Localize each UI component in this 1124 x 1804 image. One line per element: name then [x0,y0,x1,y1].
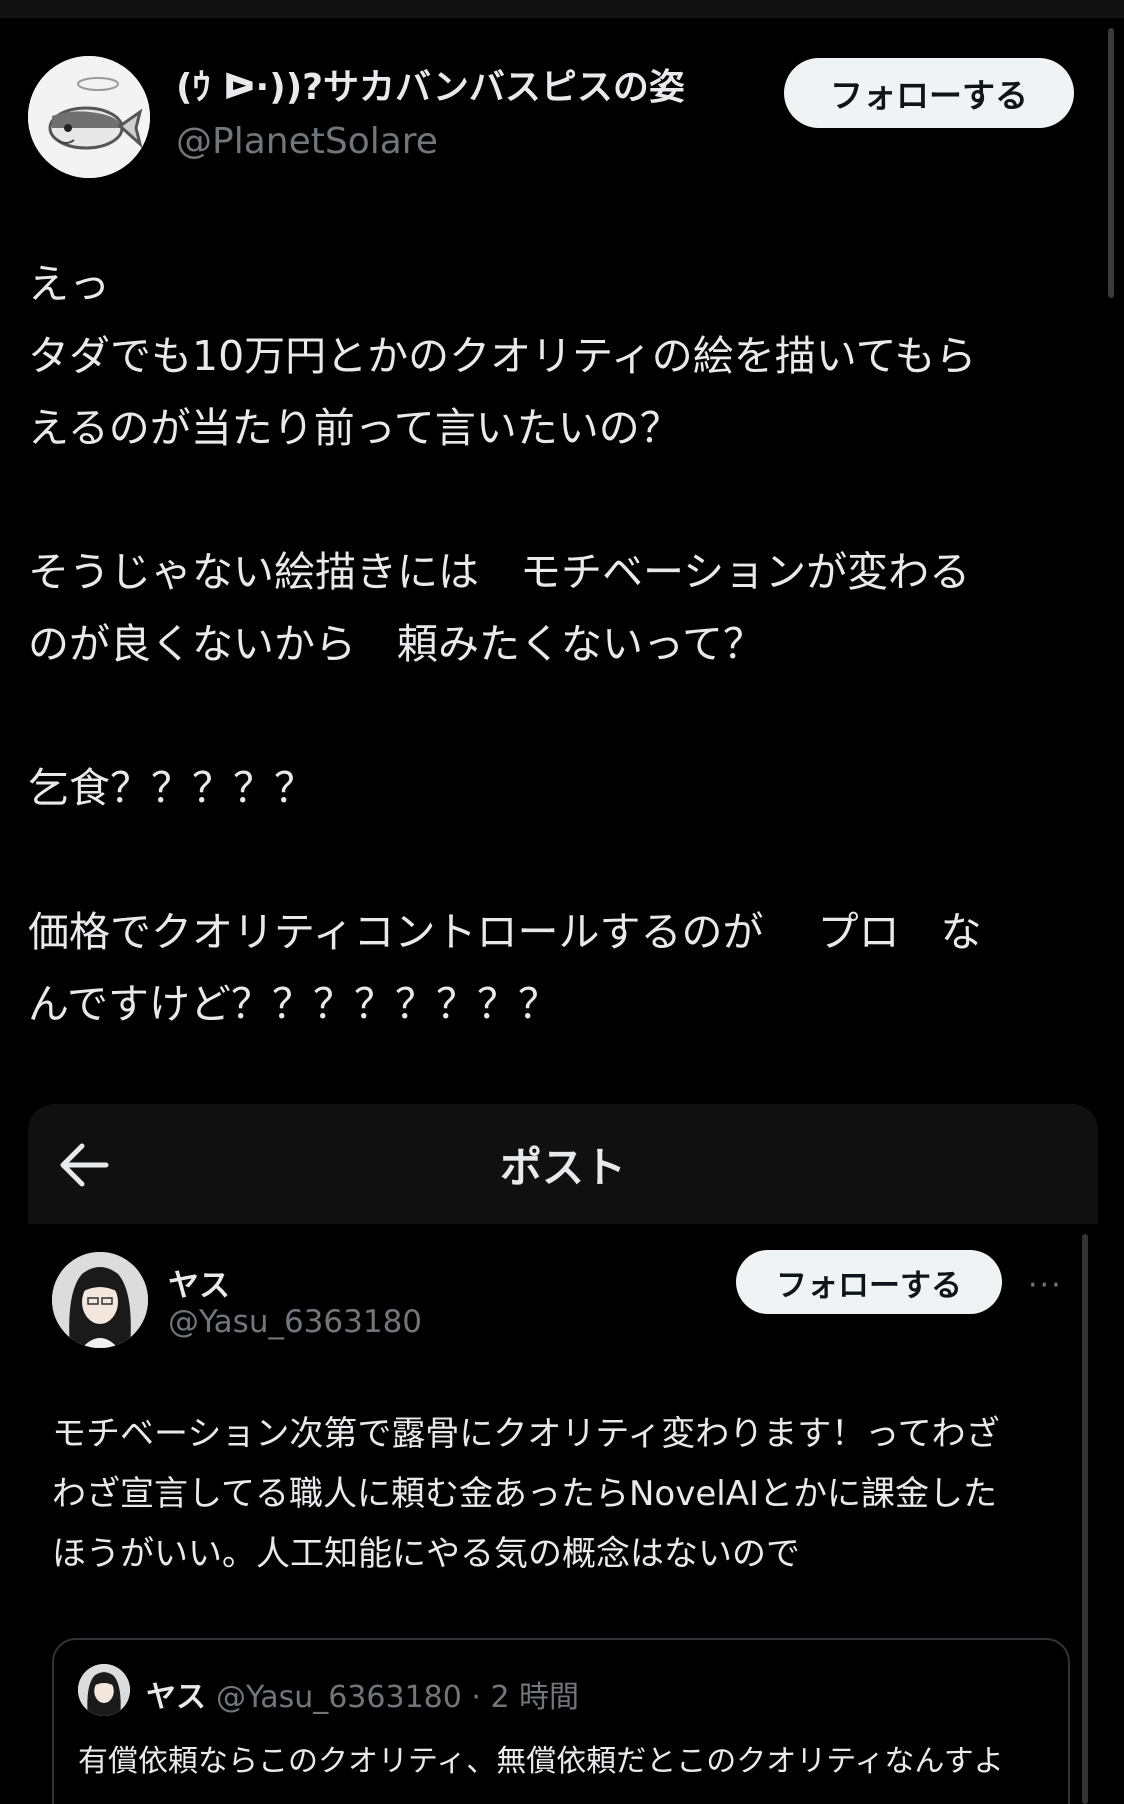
tweet-line: のが良くないから 頼みたくないって？ [28,620,764,668]
user-handle[interactable]: @PlanetSolare [176,120,438,163]
page-scrollbar[interactable] [1108,28,1114,298]
more-options-icon[interactable]: ··· [1028,1268,1063,1303]
embed-avatar[interactable] [52,1252,148,1348]
tweet-line: んですけど？？？？？？？？ [28,980,559,1028]
embed-text-line: ほうがいい。人工知能にやる気の概念はないので [52,1534,800,1574]
embed-header-title: ポスト [499,1142,626,1192]
tweet-line: えっ [28,260,110,308]
embed-scrollbar [1082,1234,1088,1804]
embed-follow-button[interactable]: フォローする [736,1250,1002,1314]
tweet-line: えるのが当たり前って言いたいの？ [28,404,681,452]
tweet-line: そうじゃない絵描きには モチベーションが変わる [28,548,971,596]
embedded-screenshot[interactable]: ポスト ヤス @Yasu_6363180 フォローする ··· モチベーション次… [28,1104,1098,1804]
embed-post-text: モチベーション次第で露骨にクオリティ変わります！ってわざ わざ宣言してる職人に頼… [52,1404,1052,1584]
tweet-line: 価格でクオリティコントロールするのが プロ な [28,908,982,956]
embed-text-line: モチベーション次第で露骨にクオリティ変わります！ってわざ [52,1414,1000,1454]
avatar[interactable] [28,56,150,178]
tweet-line: タダでも10万円とかのクオリティの絵を描いてもら [28,332,977,380]
tweet-text: えっ タダでも10万円とかのクオリティの絵を描いてもら えるのが当たり前って言い… [28,248,1088,1040]
tweet-line: 乞食？？？？？ [28,764,315,812]
fish-avatar-icon [28,56,150,178]
embed-text-line: わざ宣言してる職人に頼む金あったらNovelAIとかに課金した [52,1474,997,1514]
status-bar [0,0,1124,18]
anime-avatar-icon [52,1252,148,1348]
quoted-post[interactable]: ヤス @Yasu_6363180 · 2 時間 有償依頼ならこのクオリティ、無償依… [52,1638,1070,1804]
quote-author-name: ヤス [146,1680,206,1715]
anime-avatar-icon [78,1664,130,1716]
quote-text: 有償依頼ならこのクオリティ、無償依頼だとこのクオリティなんすよ [78,1744,1004,1779]
quote-meta: ヤス @Yasu_6363180 · 2 時間 [146,1672,579,1716]
embed-author-name[interactable]: ヤス [168,1260,230,1305]
follow-button[interactable]: フォローする [784,58,1074,128]
quote-handle-time: @Yasu_6363180 · 2 時間 [216,1680,580,1715]
quote-avatar [78,1664,130,1716]
embed-author-handle[interactable]: @Yasu_6363180 [168,1304,422,1340]
display-name[interactable]: (ｳ ᐅ·))?サカバンバスピスの姿 [176,66,685,109]
